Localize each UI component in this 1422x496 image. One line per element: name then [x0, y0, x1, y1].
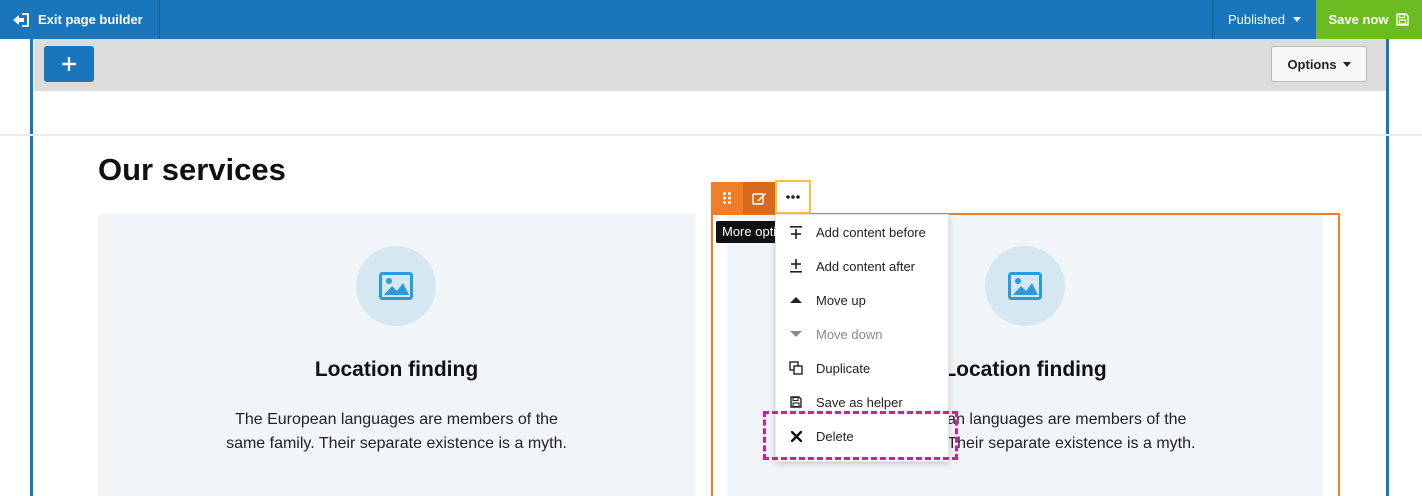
publish-status-label: Published	[1227, 12, 1286, 27]
edit-icon	[751, 192, 766, 205]
drag-handle-button[interactable]	[711, 182, 743, 214]
menu-item-move-down[interactable]: Move down	[776, 317, 950, 351]
delete-highlight-annotation	[763, 411, 958, 460]
plus-icon	[62, 57, 76, 71]
exit-page-builder-label: Exit page builder	[38, 12, 143, 27]
publish-status-dropdown[interactable]: Published	[1212, 0, 1316, 39]
menu-item-label: Add content before	[816, 224, 926, 240]
builder-toolbar	[34, 39, 1386, 91]
floppy-disk-icon	[1396, 13, 1410, 26]
save-now-label: Save now	[1328, 12, 1389, 27]
edit-element-button[interactable]	[743, 182, 775, 214]
ellipsis-icon	[786, 195, 800, 199]
service-card[interactable]: Location finding The European languages …	[98, 214, 695, 496]
more-options-button[interactable]	[775, 180, 811, 214]
exit-icon	[13, 12, 29, 27]
menu-item-add-content-after[interactable]: Add content after	[776, 249, 950, 283]
chevron-down-icon	[1342, 61, 1351, 67]
menu-item-add-content-before[interactable]: Add content before	[776, 215, 950, 249]
image-icon	[356, 246, 436, 326]
insert-before-icon	[776, 225, 816, 239]
save-icon	[776, 396, 816, 408]
options-label: Options	[1287, 56, 1337, 72]
triangle-up-icon	[776, 296, 816, 304]
menu-item-duplicate[interactable]: Duplicate	[776, 351, 950, 385]
page-title: Our services	[98, 152, 286, 187]
save-now-button[interactable]: Save now	[1316, 0, 1422, 39]
page-header-divider	[0, 134, 1422, 136]
card-title: Location finding	[314, 358, 479, 381]
insert-after-icon	[776, 259, 816, 273]
card-text: The European languages are members of th…	[226, 411, 567, 452]
exit-page-builder-button[interactable]: Exit page builder	[0, 0, 160, 39]
menu-item-move-up[interactable]: Move up	[776, 283, 950, 317]
builder-frame-right	[1386, 39, 1389, 496]
menu-item-label: Save as helper	[816, 394, 903, 410]
duplicate-icon	[776, 361, 816, 375]
triangle-down-icon	[776, 330, 816, 338]
add-section-button[interactable]	[44, 46, 94, 82]
chevron-down-icon	[1293, 17, 1302, 22]
element-toolbar	[711, 180, 811, 214]
menu-item-label: Add content after	[816, 258, 916, 274]
builder-frame-left	[30, 39, 33, 496]
menu-item-label: Move up	[816, 292, 866, 308]
top-bar: Exit page builder Published Save now	[0, 0, 1422, 39]
drag-handle-icon	[723, 192, 731, 204]
menu-item-label: Duplicate	[816, 360, 871, 376]
options-dropdown-button[interactable]: Options	[1271, 46, 1367, 82]
menu-item-label: Move down	[816, 326, 883, 342]
